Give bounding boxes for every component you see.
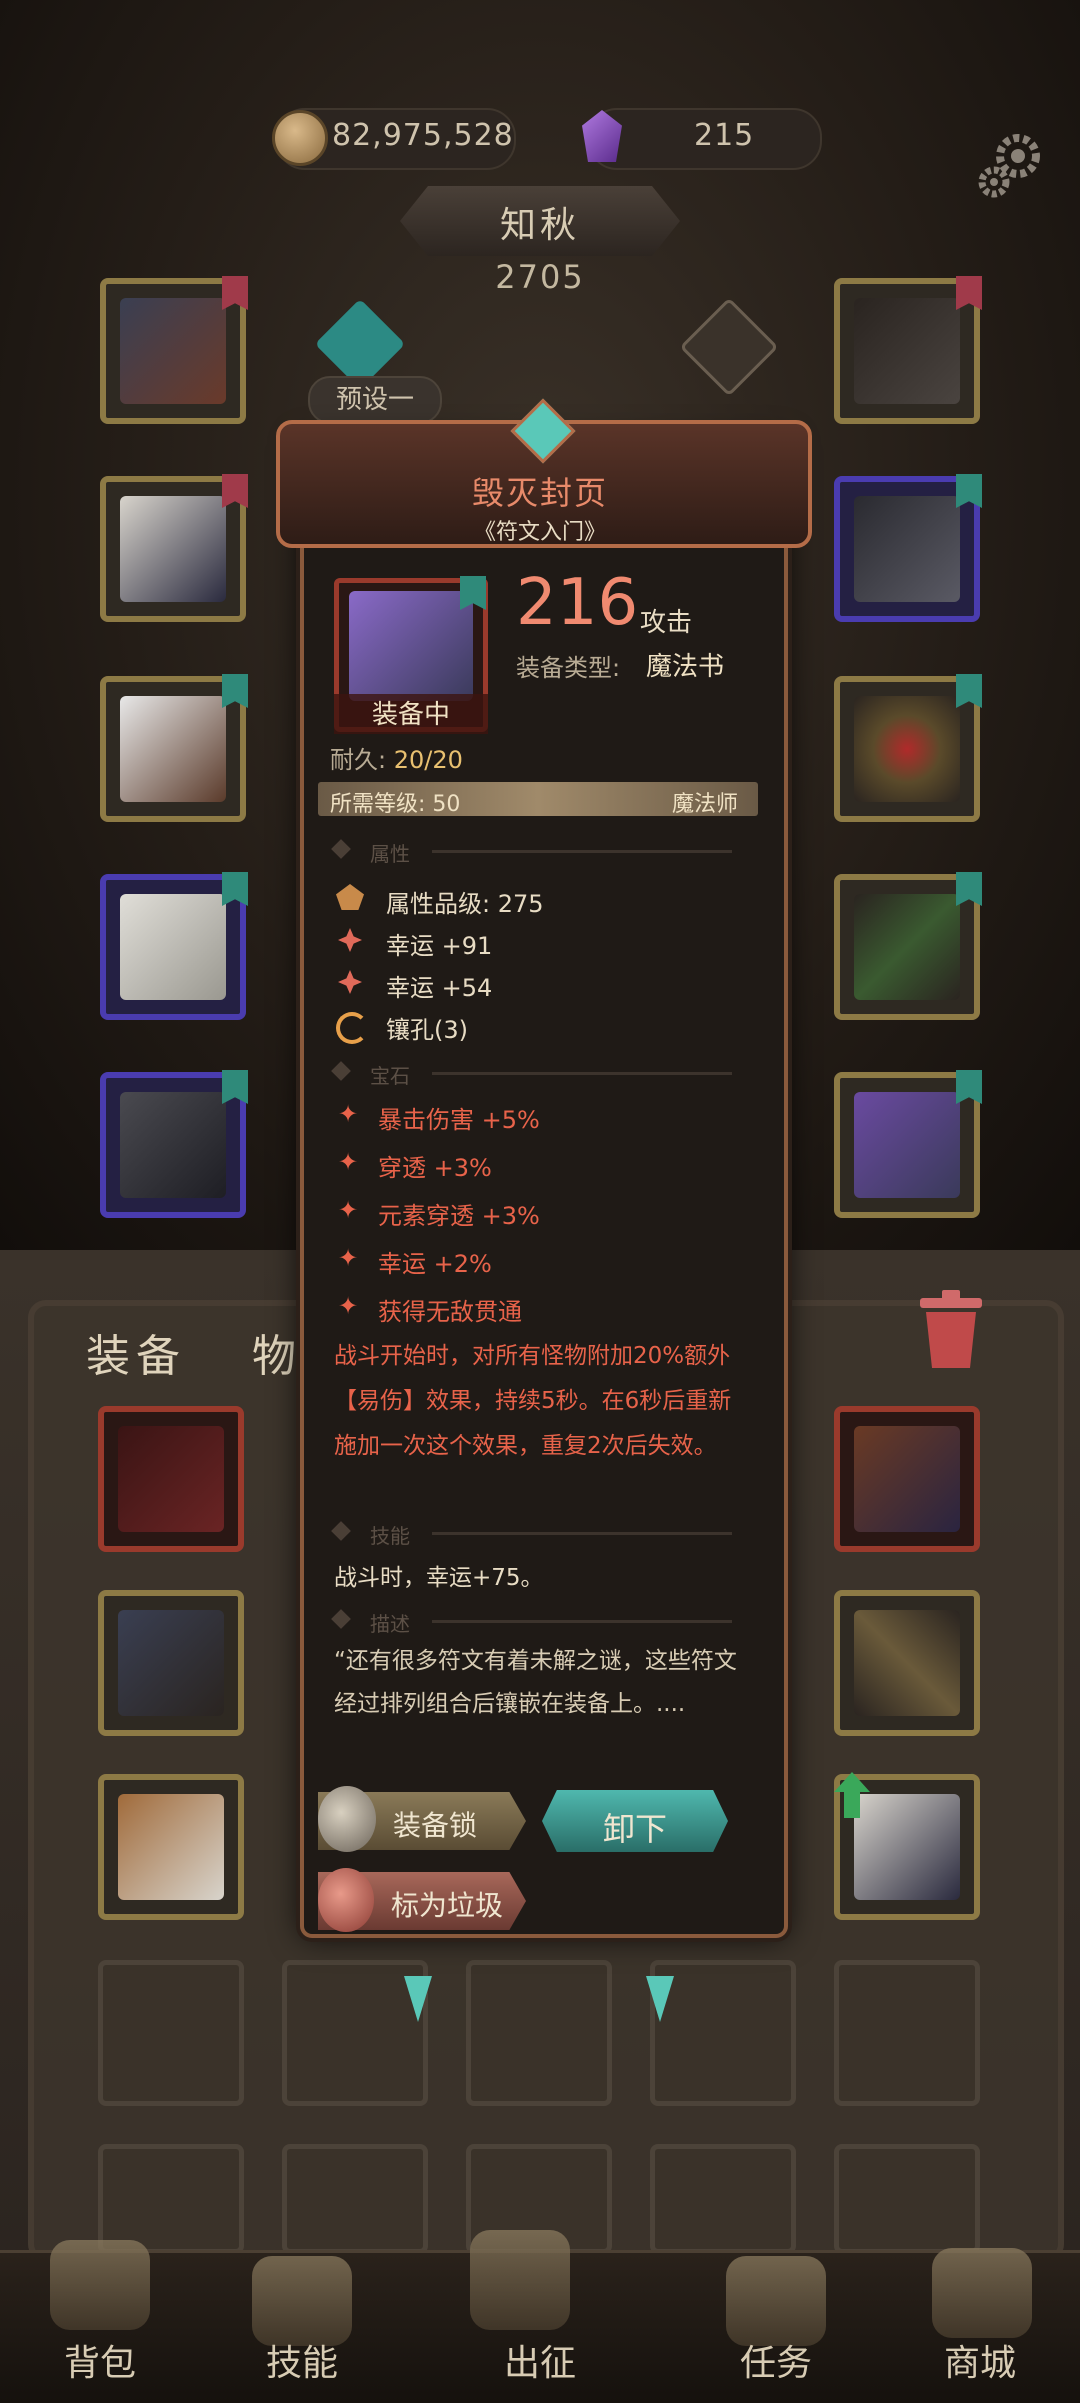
inventory-slot[interactable] [834,1406,980,1552]
section-divider [432,1532,732,1535]
unequip-button-label: 卸下 [602,1810,667,1848]
section-divider [432,1620,732,1623]
hero-power: 2705 [495,258,585,296]
section-skill-title: 技能 [370,1524,410,1548]
gem-row: 获得无敌贯通 [378,1298,522,1326]
nav-quests[interactable]: 任务 [686,2334,866,2386]
durability: 耐久: 20/20 [330,740,463,775]
tab-equipment[interactable]: 装备 [86,1320,186,1384]
attack-label: 攻击 [640,608,693,638]
type-value: 魔法书 [646,652,725,682]
inventory-slot-empty[interactable] [466,1960,612,2106]
gem-row: 元素穿透 +3% [378,1202,540,1230]
inventory-slot[interactable] [98,1774,244,1920]
armor-item-icon [120,496,226,602]
lock-button-label: 装备锁 [392,1809,477,1842]
inventory-slot[interactable] [98,1406,244,1552]
required-class: 魔法师 [672,792,739,817]
gem-row: 暴击伤害 +5% [378,1106,540,1134]
skills-icon[interactable] [252,2256,352,2346]
junk-button-label: 标为垃圾 [390,1889,503,1922]
attribute-row: 幸运 +91 [386,932,493,960]
battle-sword-icon[interactable] [470,2230,570,2330]
boots-item-icon [120,1092,226,1198]
helmet-item-icon [120,298,226,404]
gold-coin-icon [272,110,328,166]
nav-skills[interactable]: 技能 [212,2334,392,2386]
gem-amount: 215 [694,118,755,153]
type-label: 装备类型: [516,654,621,682]
hero-name: 知秋 [499,205,580,246]
wings-item-icon [118,1426,224,1532]
book-item-icon [854,1092,960,1198]
shop-icon[interactable] [932,2248,1032,2338]
lock-icon [318,1786,376,1852]
gem-sparkle-icon: ✦ [338,1196,359,1224]
gem-sparkle-icon: ✦ [338,1148,359,1176]
gem-sparkle-icon: ✦ [338,1244,359,1272]
gem-sparkle-icon: ✦ [338,1100,359,1128]
gem-effect-description: 战斗开始时，对所有怪物附加20%额外【易伤】效果，持续5秒。在6秒后重新施加一次… [334,1343,732,1459]
preset-button[interactable]: 预设一 [308,376,442,424]
flavor-text: “还有很多符文有着未解之谜，这些符文经过排列组合后镶嵌在装备上。.... [334,1648,737,1717]
gem-row: 穿透 +3% [378,1154,492,1182]
armor-boots-item-icon [118,1794,224,1900]
amulet-item-icon [118,1610,224,1716]
durability-value: 20/20 [393,746,463,774]
quest-scroll-icon[interactable] [726,2256,826,2346]
inventory-slot-empty[interactable] [282,2144,428,2254]
attribute-row: 镶孔(3) [386,1016,468,1044]
inventory-slot-empty[interactable] [98,1960,244,2106]
staff-item-icon [854,894,960,1000]
section-gems-title: 宝石 [370,1064,410,1088]
trash-can-icon[interactable] [914,1290,988,1370]
attack-value: 216 [516,566,639,640]
durability-label: 耐久: [330,746,387,774]
inventory-slot[interactable] [98,1590,244,1736]
pants-item-icon [120,894,226,1000]
inventory-slot-empty[interactable] [834,2144,980,2254]
inventory-slot-empty[interactable] [834,1960,980,2106]
nav-backpack[interactable]: 背包 [10,2334,190,2386]
socket-refresh-icon [336,1012,368,1044]
skill-description: 战斗时，幸运+75。 [334,1565,544,1591]
item-name: 毁灭封页 [471,474,608,512]
attribute-row: 幸运 +54 [386,974,493,1002]
section-divider [432,850,732,853]
junk-icon [318,1868,374,1932]
attribute-row: 属性品级: 275 [386,890,544,918]
section-description-title: 描述 [370,1612,410,1636]
item-subtitle: 《符文入门》 [473,520,606,545]
gauntlet-item-icon [854,1426,960,1532]
required-level: 所需等级: 50 [330,792,461,817]
equipped-label: 装备中 [334,694,488,734]
gloves-item-icon [120,696,226,802]
inventory-slot-empty[interactable] [98,2144,244,2254]
bracelet-item-icon [854,696,960,802]
upgrade-arrow-icon [834,1772,870,1818]
gold-amount: 82,975,528 [332,118,514,153]
nav-battle[interactable]: 出征 [450,2334,630,2386]
spellbook-item-icon [349,591,473,701]
inventory-slot[interactable] [834,1590,980,1736]
settings-gear-icon[interactable] [972,126,1052,206]
gem-sparkle-icon: ✦ [338,1292,359,1320]
necklace-item-icon [854,298,960,404]
gem-row: 幸运 +2% [378,1250,492,1278]
spear-item-icon [854,1610,960,1716]
section-attributes-title: 属性 [370,842,410,866]
ring-item-icon [854,496,960,602]
inventory-slot-empty[interactable] [650,2144,796,2254]
backpack-icon[interactable] [50,2240,150,2330]
nav-shop[interactable]: 商城 [890,2334,1070,2386]
section-divider [432,1072,732,1075]
